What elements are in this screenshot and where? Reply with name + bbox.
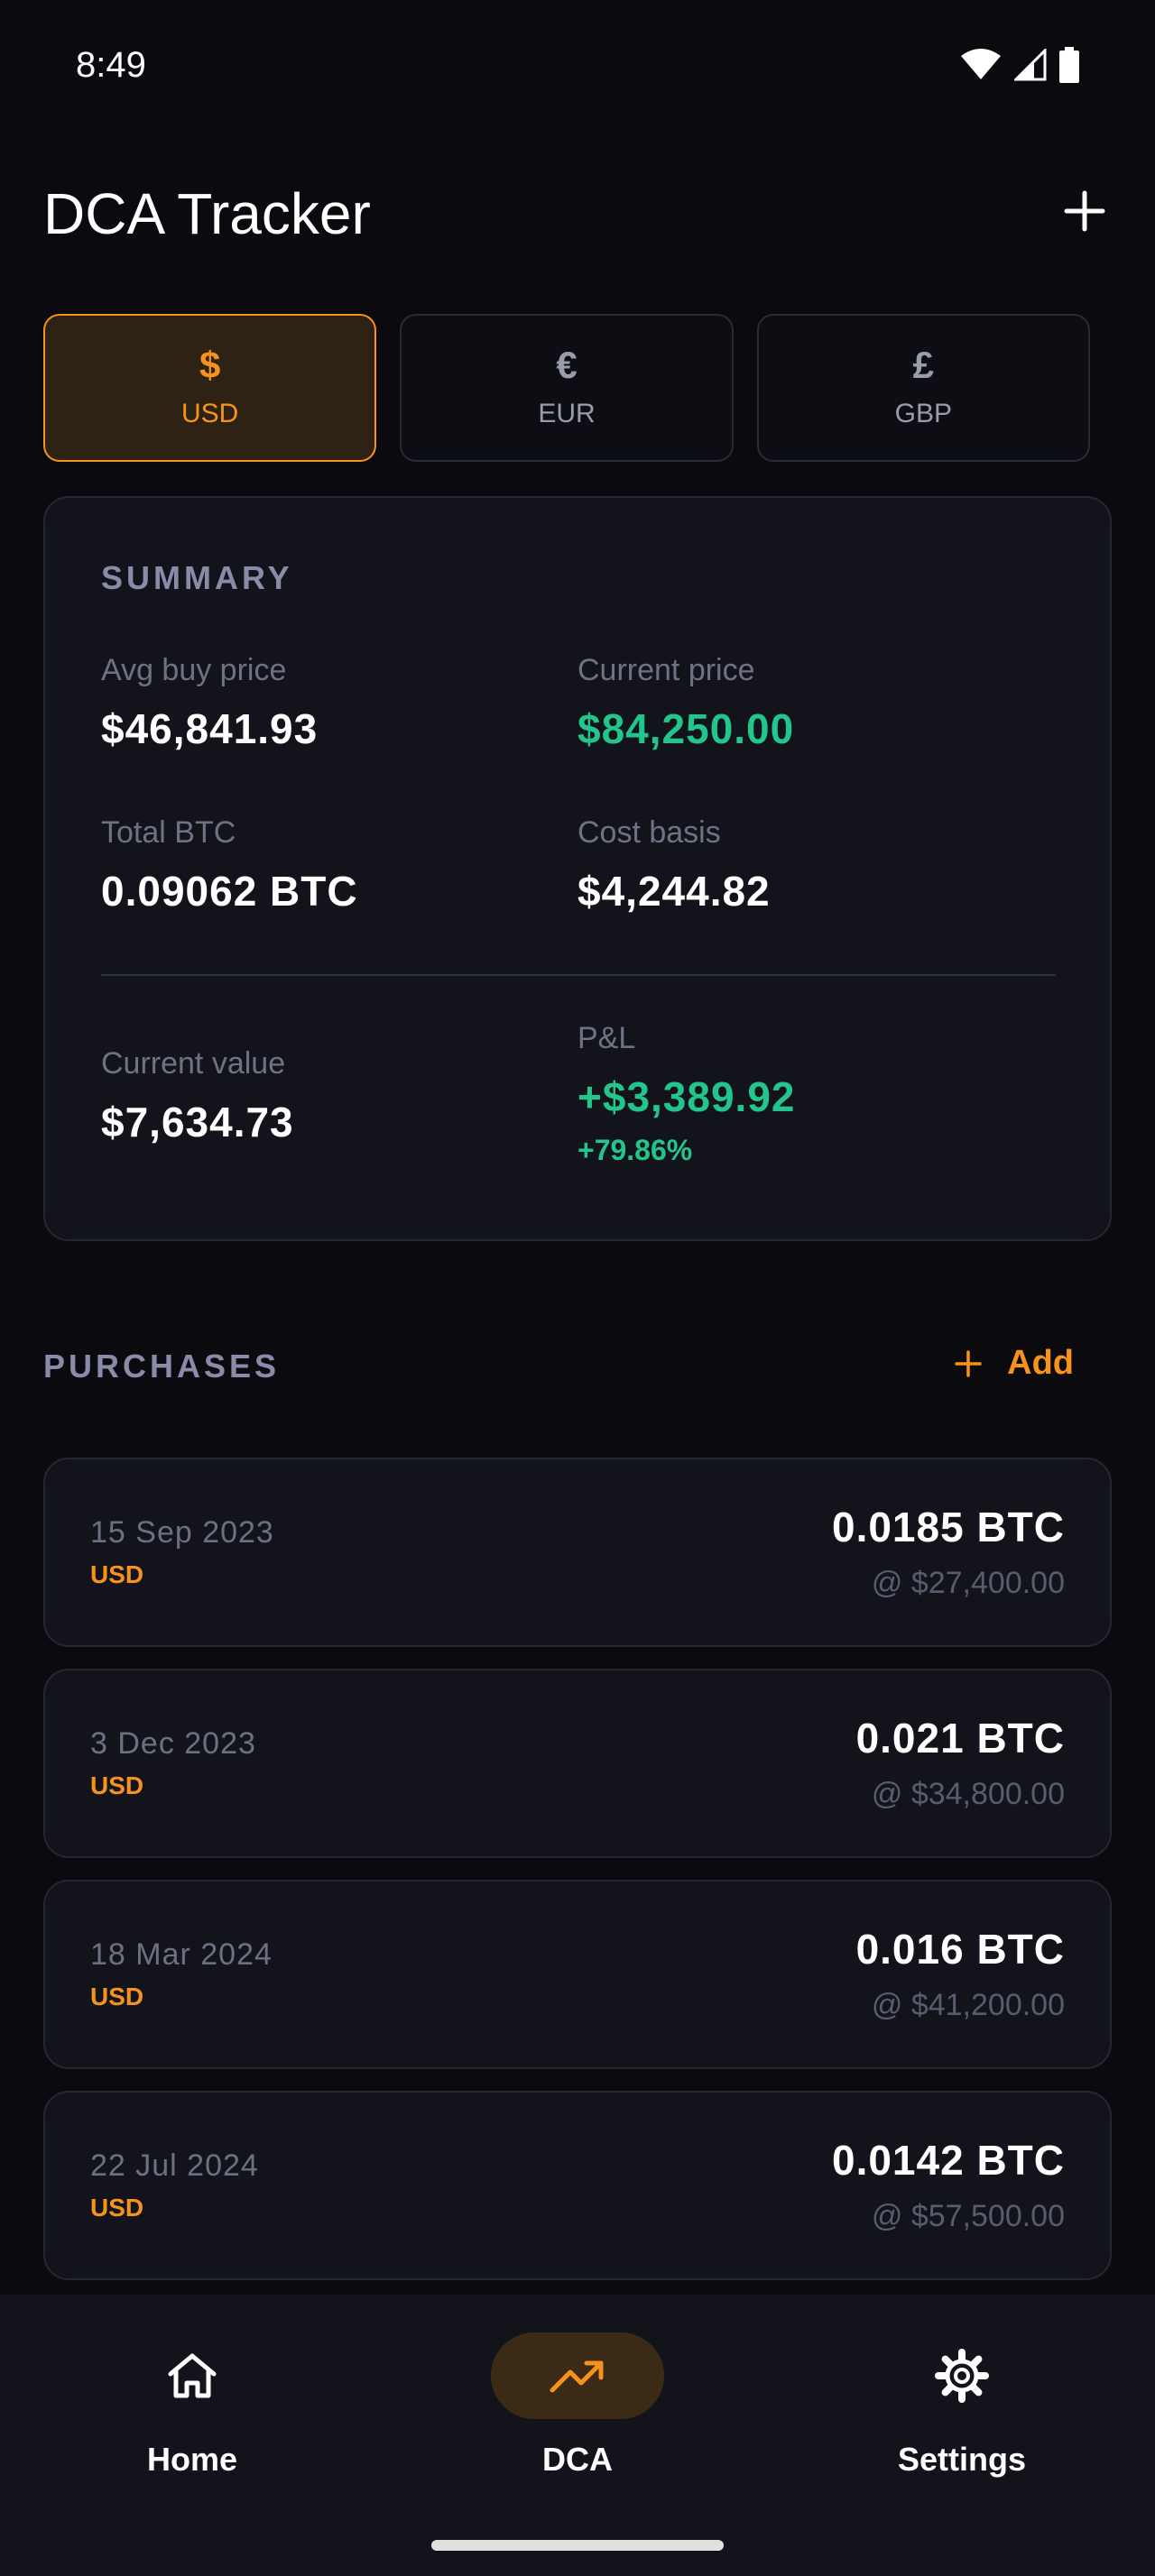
current-value-stat: Current value $7,634.73 [101, 1046, 294, 1146]
stat-label: Total BTC [101, 815, 236, 850]
currency-code: EUR [538, 399, 596, 428]
nav-icon-container [875, 2332, 1049, 2419]
bottom-navigation: Home DCA Settings [0, 2295, 1155, 2576]
purchase-item[interactable]: 18 Mar 2024 USD 0.016 BTC @ $41,200.00 [43, 1880, 1112, 2069]
purchase-price: @ $34,800.00 [871, 1777, 1065, 1811]
summary-card: SUMMARY Avg buy price $46,841.93 Current… [43, 496, 1112, 1241]
stat-label: Cost basis [578, 815, 721, 850]
nav-settings[interactable]: Settings [827, 2332, 1097, 2479]
purchase-currency: USD [90, 1983, 144, 2010]
stat-value: $7,634.73 [101, 1099, 294, 1145]
currency-selector: $ USD € EUR £ GBP [43, 314, 1090, 462]
plus-icon [1064, 190, 1105, 232]
stat-label: Current value [101, 1046, 286, 1081]
page-title: DCA Tracker [43, 181, 371, 246]
nav-label: Settings [897, 2441, 1026, 2478]
nav-label: Home [146, 2441, 238, 2478]
add-label: Add [1007, 1344, 1074, 1382]
stat-label: Current price [578, 653, 755, 687]
status-bar: 8:49 [0, 0, 1155, 135]
purchases-title: PURCHASES [43, 1348, 281, 1385]
wifi-icon [960, 49, 1002, 81]
purchase-amount: 0.0142 BTC [831, 2137, 1065, 2184]
nav-label: DCA [542, 2441, 613, 2478]
purchase-price: @ $57,500.00 [871, 2199, 1065, 2233]
signal-icon [1014, 49, 1047, 81]
purchase-item[interactable]: 15 Sep 2023 USD 0.0185 BTC @ $27,400.00 [43, 1458, 1112, 1647]
currency-symbol: $ [199, 344, 221, 386]
purchase-item[interactable]: 22 Jul 2024 USD 0.0142 BTC @ $57,500.00 [43, 2091, 1112, 2280]
home-indicator[interactable] [431, 2540, 724, 2551]
purchase-date: 18 Mar 2024 [90, 1937, 273, 1972]
stat-value: $46,841.93 [101, 705, 319, 752]
purchase-item[interactable]: 3 Dec 2023 USD 0.021 BTC @ $34,800.00 [43, 1669, 1112, 1858]
nav-icon-container [491, 2332, 664, 2419]
stat-value: 0.09062 BTC [101, 868, 358, 915]
stat-value: $4,244.82 [578, 868, 771, 915]
current-price-stat: Current price $84,250.00 [578, 653, 794, 753]
currency-eur-button[interactable]: € EUR [400, 314, 734, 462]
currency-gbp-button[interactable]: £ GBP [756, 314, 1090, 462]
purchase-amount: 0.016 BTC [855, 1926, 1065, 1973]
nav-dca[interactable]: DCA [442, 2332, 713, 2479]
stat-label: Avg buy price [101, 653, 287, 687]
dca-tracker-screen: 8:49 DCA Tracker $ USD € EUR £ GBP SUMMA… [0, 0, 1155, 2576]
purchase-currency: USD [90, 1560, 144, 1588]
pnl-stat: P&L +$3,389.92 +79.86% [578, 1021, 796, 1167]
status-icons [960, 47, 1079, 83]
purchase-date: 3 Dec 2023 [90, 1726, 256, 1761]
total-btc-stat: Total BTC 0.09062 BTC [101, 815, 358, 915]
nav-icon-container [106, 2332, 279, 2419]
purchase-price: @ $27,400.00 [871, 1566, 1065, 1600]
purchase-currency: USD [90, 1771, 144, 1799]
nav-home[interactable]: Home [57, 2332, 328, 2479]
cost-basis-stat: Cost basis $4,244.82 [578, 815, 771, 915]
pnl-percent: +79.86% [578, 1134, 693, 1166]
battery-icon [1059, 47, 1079, 83]
summary-title: SUMMARY [101, 559, 293, 596]
purchase-amount: 0.021 BTC [855, 1715, 1065, 1762]
currency-symbol: € [556, 344, 578, 386]
purchase-price: @ $41,200.00 [871, 1988, 1065, 2022]
purchase-date: 22 Jul 2024 [90, 2148, 259, 2183]
plus-icon [955, 1349, 982, 1377]
add-purchase-button[interactable] [1058, 184, 1112, 238]
currency-usd-button[interactable]: $ USD [43, 314, 377, 462]
trending-up-icon [550, 2360, 604, 2393]
currency-symbol: £ [912, 344, 934, 386]
status-time: 8:49 [76, 45, 146, 85]
currency-code: USD [180, 399, 239, 428]
stat-value: $84,250.00 [578, 705, 795, 752]
home-icon [168, 2353, 217, 2398]
currency-code: GBP [894, 399, 952, 428]
add-purchase-link[interactable]: Add [955, 1344, 1074, 1383]
avg-buy-price-stat: Avg buy price $46,841.93 [101, 653, 318, 753]
purchase-date: 15 Sep 2023 [90, 1515, 274, 1550]
pnl-value: +$3,389.92 [578, 1073, 796, 1120]
gear-icon [935, 2349, 989, 2403]
stat-label: P&L [578, 1021, 636, 1055]
purchase-currency: USD [90, 2194, 144, 2222]
purchase-amount: 0.0185 BTC [831, 1504, 1065, 1550]
summary-divider [101, 974, 1056, 976]
